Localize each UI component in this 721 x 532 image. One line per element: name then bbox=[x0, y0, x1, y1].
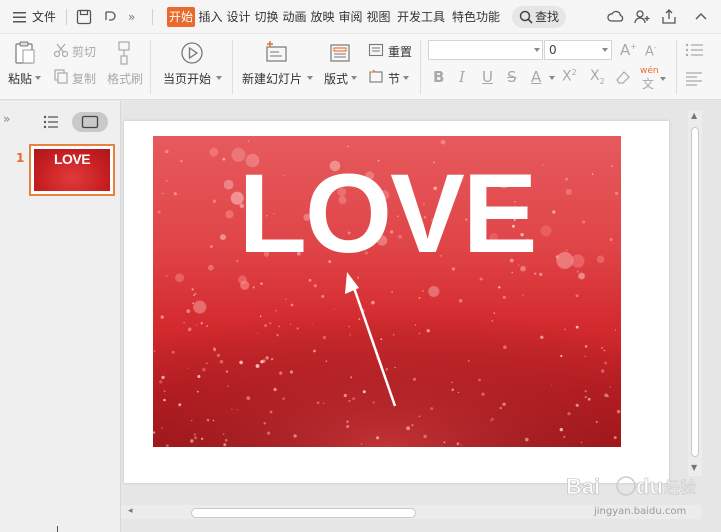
strikethrough-icon[interactable]: S bbox=[507, 68, 517, 86]
bullet-list-icon[interactable] bbox=[684, 42, 704, 58]
ribbon-divider bbox=[150, 40, 151, 94]
font-size-dropdown-icon[interactable] bbox=[602, 48, 608, 52]
search-icon bbox=[519, 10, 533, 24]
font-color-dropdown-icon[interactable] bbox=[549, 76, 555, 80]
play-from-current-button[interactable]: 当页开始 bbox=[163, 70, 211, 87]
tab-slideshow[interactable]: 放映 bbox=[309, 7, 336, 27]
slide-view-toggle[interactable] bbox=[72, 112, 108, 132]
undo-icon[interactable] bbox=[100, 7, 120, 27]
share-icon[interactable] bbox=[659, 7, 679, 27]
love-glitter-image[interactable]: LOVE bbox=[153, 136, 621, 447]
slide-thumbnail-image: LOVE bbox=[34, 149, 110, 191]
slide[interactable]: LOVE bbox=[124, 121, 669, 483]
font-color-icon[interactable]: A bbox=[531, 68, 541, 86]
slide-thumbnail[interactable]: LOVE bbox=[29, 144, 115, 196]
add-user-icon[interactable] bbox=[632, 7, 652, 27]
pinyin-char: 文 bbox=[642, 77, 655, 91]
menu-divider bbox=[152, 9, 153, 25]
ribbon-divider bbox=[232, 40, 233, 94]
tab-review[interactable]: 审阅 bbox=[337, 7, 364, 27]
decrease-font-size-icon[interactable]: A- bbox=[645, 43, 657, 59]
scissors-icon bbox=[53, 43, 69, 58]
new-slide-icon[interactable] bbox=[264, 40, 290, 66]
tab-special-features[interactable]: 特色功能 bbox=[450, 7, 502, 27]
pinyin-dropdown-icon[interactable] bbox=[660, 77, 666, 81]
copy-button[interactable]: 复制 bbox=[72, 70, 96, 87]
thumbnail-love-text: LOVE bbox=[53, 151, 91, 167]
format-painter-icon bbox=[118, 41, 130, 65]
slide-thumbnails-panel: » 1 LOVE bbox=[0, 101, 121, 532]
search-label: 查找 bbox=[535, 10, 560, 24]
reset-icon[interactable] bbox=[368, 42, 384, 58]
expand-ribbon-icon[interactable] bbox=[691, 7, 711, 27]
font-name-dropdown-icon[interactable] bbox=[534, 48, 540, 52]
italic-icon[interactable]: I bbox=[459, 68, 465, 86]
tab-design[interactable]: 设计 bbox=[225, 7, 252, 27]
horizontal-scroll-thumb[interactable] bbox=[191, 508, 416, 518]
tab-transition[interactable]: 切换 bbox=[253, 7, 280, 27]
vertical-scroll-thumb[interactable] bbox=[691, 127, 699, 457]
ribbon-divider bbox=[676, 40, 677, 94]
more-icon[interactable]: » bbox=[128, 6, 135, 28]
font-name-select[interactable] bbox=[428, 40, 543, 60]
paste-button[interactable]: 粘贴 bbox=[8, 70, 32, 87]
hamburger-menu-icon[interactable] bbox=[10, 7, 30, 27]
svg-text:du: du bbox=[636, 474, 663, 499]
ribbon-toolbar: 粘贴 剪切 复制 格式刷 当页开始 新建幻灯片 版式 重置 节 0 A+ A- … bbox=[0, 34, 721, 100]
search-box[interactable]: 查找 bbox=[512, 6, 566, 28]
section-dropdown-icon[interactable] bbox=[403, 76, 409, 80]
new-slide-button[interactable]: 新建幻灯片 bbox=[242, 70, 302, 87]
outline-view-icon[interactable] bbox=[43, 115, 59, 129]
file-menu[interactable]: 文件 bbox=[32, 6, 56, 28]
paste-icon[interactable] bbox=[13, 40, 37, 66]
tab-view[interactable]: 视图 bbox=[365, 7, 392, 27]
baidu-jingyan-watermark: Bai du 经验 jingyan.baidu.com bbox=[566, 474, 697, 517]
panel-resize-handle[interactable] bbox=[57, 526, 58, 532]
save-icon[interactable] bbox=[74, 7, 94, 27]
tab-insert[interactable]: 插入 bbox=[197, 7, 224, 27]
ribbon-divider bbox=[420, 40, 421, 94]
align-left-icon[interactable] bbox=[684, 70, 704, 86]
cut-button[interactable]: 剪切 bbox=[72, 43, 96, 60]
svg-text:Bai: Bai bbox=[566, 474, 600, 499]
cloud-sync-icon[interactable] bbox=[606, 7, 626, 27]
subscript-icon[interactable]: X2 bbox=[590, 68, 605, 86]
bold-icon[interactable]: B bbox=[433, 68, 444, 86]
section-icon[interactable] bbox=[368, 68, 384, 84]
section-button[interactable]: 节 bbox=[388, 70, 400, 87]
paste-dropdown-icon[interactable] bbox=[35, 76, 41, 80]
menu-bar: 文件 » 开始 插入 设计 切换 动画 放映 审阅 视图 开发工具 特色功能 查… bbox=[0, 0, 721, 34]
slide-number: 1 bbox=[16, 151, 25, 165]
play-dropdown-icon[interactable] bbox=[216, 76, 222, 80]
reset-button[interactable]: 重置 bbox=[388, 43, 412, 60]
underline-icon[interactable]: U bbox=[482, 68, 493, 86]
collapse-panel-icon[interactable]: » bbox=[3, 112, 10, 126]
vertical-scrollbar[interactable]: ▲ ▼ bbox=[688, 111, 702, 476]
pointer-arrow bbox=[345, 272, 397, 407]
layout-button[interactable]: 版式 bbox=[324, 70, 348, 87]
format-painter-button[interactable]: 格式刷 bbox=[107, 70, 143, 87]
superscript-icon[interactable]: X2 bbox=[562, 68, 577, 85]
svg-text:经验: 经验 bbox=[664, 478, 696, 497]
increase-font-size-icon[interactable]: A+ bbox=[620, 41, 637, 59]
layout-dropdown-icon[interactable] bbox=[351, 76, 357, 80]
menu-divider bbox=[66, 9, 67, 25]
slide-view-icon bbox=[81, 115, 99, 129]
tab-developer[interactable]: 开发工具 bbox=[395, 7, 447, 27]
eraser-icon[interactable] bbox=[614, 68, 632, 86]
new-slide-dropdown-icon[interactable] bbox=[307, 76, 313, 80]
scroll-up-icon[interactable]: ▲ bbox=[691, 111, 697, 120]
copy-icon bbox=[54, 69, 68, 84]
tab-animation[interactable]: 动画 bbox=[281, 7, 308, 27]
play-from-current-icon[interactable] bbox=[179, 40, 205, 66]
scroll-left-icon[interactable]: ◂ bbox=[128, 506, 133, 516]
layout-icon[interactable] bbox=[329, 42, 351, 64]
svg-text:jingyan.baidu.com: jingyan.baidu.com bbox=[593, 506, 686, 517]
tab-home[interactable]: 开始 bbox=[167, 7, 195, 27]
